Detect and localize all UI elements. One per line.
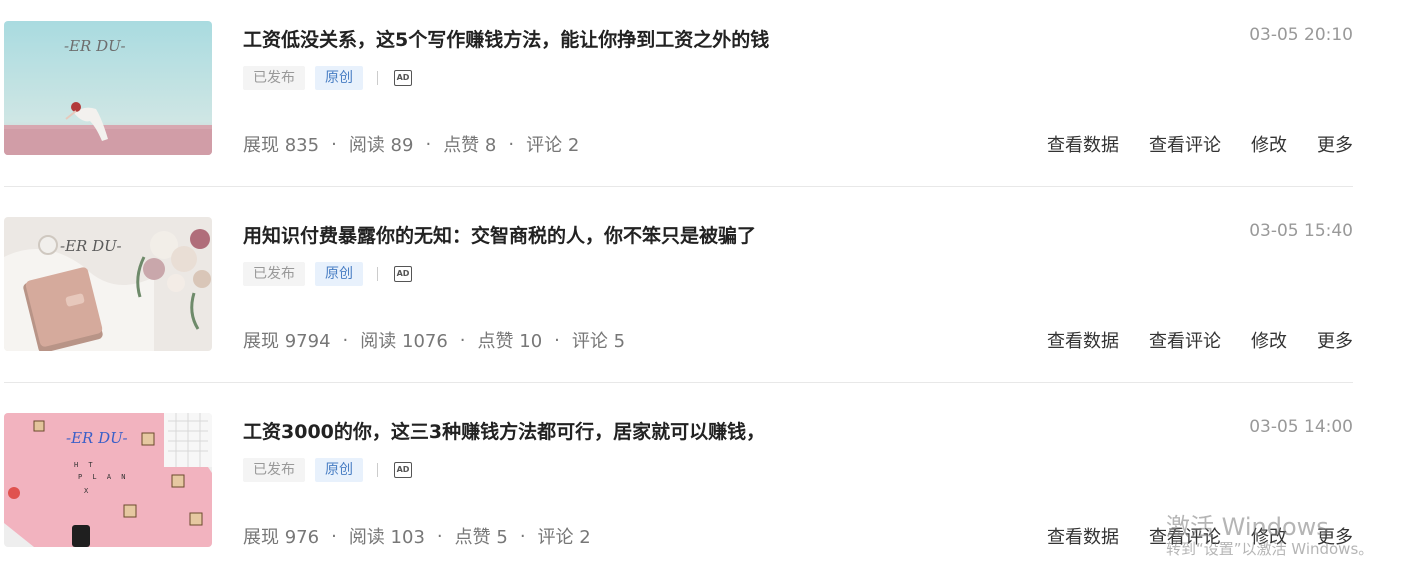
tag-separator <box>377 267 378 281</box>
article-title[interactable]: 工资3000的你，这三3种赚钱方法都可行，居家就可以赚钱， <box>243 417 765 444</box>
stat-dot: · <box>342 329 349 351</box>
article-actions: 查看数据 查看评论 修改 更多 <box>1017 131 1353 157</box>
thumbnail-caption: -ER DU- <box>64 37 126 55</box>
ad-icon: AD <box>394 462 412 478</box>
publish-time: 03-05 14:00 <box>1249 417 1353 437</box>
status-badge: 已发布 <box>243 458 305 482</box>
status-badge: 已发布 <box>243 262 305 286</box>
stat-dot: · <box>436 525 443 547</box>
thumbnail-caption: -ER DU- <box>60 237 122 255</box>
stat-reads: 阅读 1076 <box>360 331 448 352</box>
article-thumbnail[interactable]: -ER DU- <box>4 217 212 351</box>
stat-likes: 点赞 5 <box>454 527 508 548</box>
article-tags: 已发布 原创 AD <box>243 66 412 90</box>
status-badge: 已发布 <box>243 66 305 90</box>
article-actions: 查看数据 查看评论 修改 更多 <box>1017 523 1353 549</box>
stat-dot: · <box>425 133 432 155</box>
article-item: -ER DU- 用知识付费暴露你的无知：交智商税的人，你不笨只是被骗了 03-0… <box>0 196 1403 392</box>
stat-likes: 点赞 8 <box>443 135 497 156</box>
stat-dot: · <box>331 133 337 155</box>
view-comments-button[interactable]: 查看评论 <box>1149 131 1221 157</box>
stat-likes: 点赞 10 <box>477 331 543 352</box>
tag-separator <box>377 71 378 85</box>
view-data-button[interactable]: 查看数据 <box>1047 131 1119 157</box>
article-item: -ER DU- 工资低没关系，这5个写作赚钱方法，能让你挣到工资之外的钱 03-… <box>0 0 1403 196</box>
stat-dot: · <box>459 329 466 351</box>
stat-dot: · <box>508 133 515 155</box>
article-stats: 展现 9794 · 阅读 1076 · 点赞 10 · 评论 5 <box>243 327 625 353</box>
ad-icon: AD <box>394 70 412 86</box>
article-thumbnail[interactable]: -ER DU- <box>4 21 212 155</box>
stat-exposure: 展现 835 <box>243 135 320 156</box>
article-stats: 展现 835 · 阅读 89 · 点赞 8 · 评论 2 <box>243 131 579 157</box>
original-badge: 原创 <box>315 66 363 90</box>
more-button[interactable]: 更多 <box>1317 327 1353 353</box>
article-tags: 已发布 原创 AD <box>243 262 412 286</box>
edit-button[interactable]: 修改 <box>1251 131 1287 157</box>
more-button[interactable]: 更多 <box>1317 523 1353 549</box>
article-title[interactable]: 工资低没关系，这5个写作赚钱方法，能让你挣到工资之外的钱 <box>243 25 769 52</box>
original-badge: 原创 <box>315 262 363 286</box>
thumbnail-image-notebook-flowers: -ER DU- <box>4 217 212 351</box>
article-stats: 展现 976 · 阅读 103 · 点赞 5 · 评论 2 <box>243 523 591 549</box>
stat-reads: 阅读 89 <box>348 135 414 156</box>
edit-button[interactable]: 修改 <box>1251 327 1287 353</box>
publish-time: 03-05 15:40 <box>1249 221 1353 241</box>
article-thumbnail[interactable]: H T P L A N X -ER DU- <box>4 413 212 547</box>
thumbnail-image-pink-desk: H T P L A N X -ER DU- <box>4 413 212 547</box>
view-data-button[interactable]: 查看数据 <box>1047 523 1119 549</box>
article-tags: 已发布 原创 AD <box>243 458 412 482</box>
more-button[interactable]: 更多 <box>1317 131 1353 157</box>
edit-button[interactable]: 修改 <box>1251 523 1287 549</box>
stat-dot: · <box>519 525 526 547</box>
publish-time: 03-05 20:10 <box>1249 25 1353 45</box>
row-divider <box>4 382 1353 383</box>
stat-comments: 评论 2 <box>526 135 580 156</box>
stat-reads: 阅读 103 <box>348 527 425 548</box>
tag-separator <box>377 463 378 477</box>
svg-text:H T: H T <box>74 461 96 469</box>
stat-dot: · <box>331 525 337 547</box>
stat-exposure: 展现 976 <box>243 527 320 548</box>
view-comments-button[interactable]: 查看评论 <box>1149 523 1221 549</box>
svg-text:P L A N: P L A N <box>78 473 129 481</box>
ad-icon: AD <box>394 266 412 282</box>
row-divider <box>4 186 1353 187</box>
thumbnail-caption: -ER DU- <box>66 429 128 447</box>
view-comments-button[interactable]: 查看评论 <box>1149 327 1221 353</box>
article-actions: 查看数据 查看评论 修改 更多 <box>1017 327 1353 353</box>
article-list: -ER DU- 工资低没关系，这5个写作赚钱方法，能让你挣到工资之外的钱 03-… <box>0 0 1403 575</box>
stat-dot: · <box>554 329 560 351</box>
thumbnail-image-dancer: -ER DU- <box>4 21 212 155</box>
stat-comments: 评论 5 <box>571 331 626 352</box>
article-item: H T P L A N X -ER DU- 工资3000的你，这三3种赚钱方法都… <box>0 392 1403 588</box>
article-title[interactable]: 用知识付费暴露你的无知：交智商税的人，你不笨只是被骗了 <box>243 221 756 248</box>
original-badge: 原创 <box>315 458 363 482</box>
stat-exposure: 展现 9794 <box>243 331 331 352</box>
stat-comments: 评论 2 <box>537 527 591 548</box>
view-data-button[interactable]: 查看数据 <box>1047 327 1119 353</box>
